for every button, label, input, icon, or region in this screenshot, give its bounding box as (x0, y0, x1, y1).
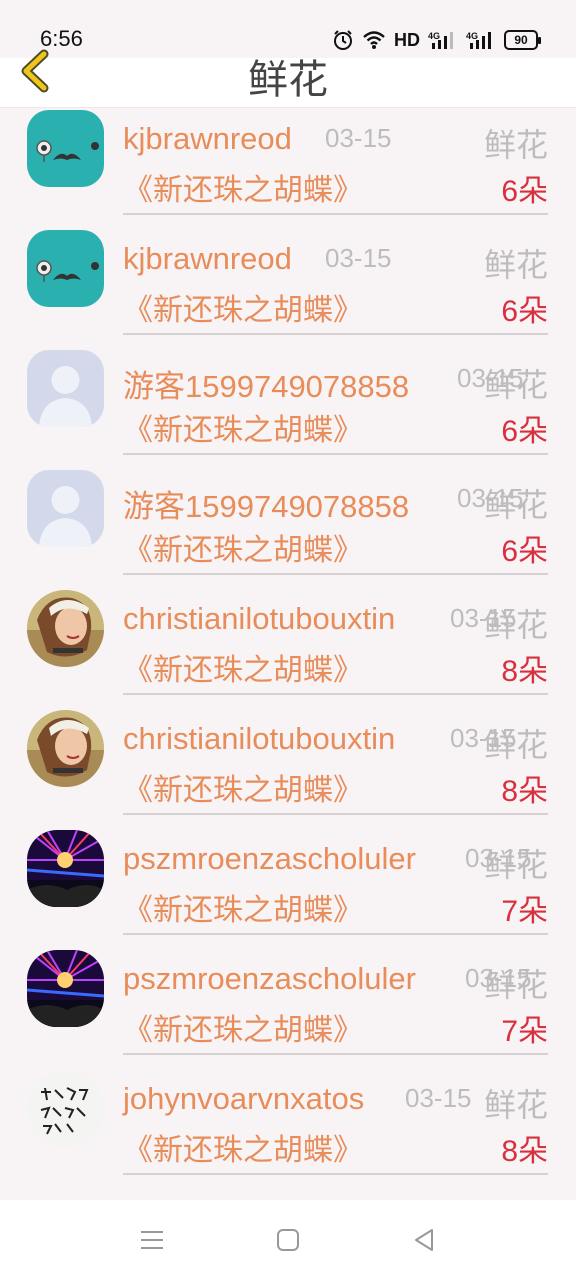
work-title[interactable]: 《新还珠之胡蝶》 (123, 525, 363, 569)
work-title[interactable]: 《新还珠之胡蝶》 (123, 405, 363, 449)
list-item[interactable]: johynvoarvnxatos 03-15 鲜花 《新还珠之胡蝶》 8朵 (0, 1068, 576, 1188)
username[interactable]: christianilotubouxtin (123, 721, 395, 757)
alarm-icon (332, 27, 354, 53)
work-title[interactable]: 《新还珠之胡蝶》 (123, 165, 363, 209)
svg-text:4G: 4G (466, 31, 478, 41)
work-title[interactable]: 《新还珠之胡蝶》 (123, 285, 363, 329)
gift-type: 鲜花 (483, 966, 548, 1004)
svg-text:4G: 4G (428, 31, 440, 41)
work-title[interactable]: 《新还珠之胡蝶》 (123, 885, 363, 929)
battery-level: 90 (504, 30, 541, 50)
flower-count: 7朵 (501, 895, 548, 928)
divider (123, 333, 548, 335)
date: 03-15 (405, 1083, 472, 1113)
battery-icon: 90 (504, 27, 541, 53)
home-icon[interactable] (274, 1226, 302, 1254)
flower-count: 8朵 (501, 655, 548, 688)
gift-type: 鲜花 (483, 846, 548, 884)
divider (123, 933, 548, 935)
divider (123, 453, 548, 455)
gift-type: 鲜花 (483, 726, 548, 764)
status-icons: HD 4G 4G 90 (332, 25, 541, 55)
username[interactable]: christianilotubouxtin (123, 601, 395, 637)
flower-count: 6朵 (501, 415, 548, 448)
gift-type: 鲜花 (483, 606, 548, 644)
flower-count: 6朵 (501, 175, 548, 208)
menu-icon[interactable] (138, 1226, 166, 1254)
mustache-avatar[interactable] (27, 230, 104, 307)
list-item[interactable]: pszmroenzascholuler 03-15 鲜花 《新还珠之胡蝶》 7朵 (0, 948, 576, 1068)
flower-count: 7朵 (501, 1015, 548, 1048)
girl-photo-avatar[interactable] (27, 710, 104, 787)
divider (123, 213, 548, 215)
list-item[interactable]: kjbrawnreod 03-15 鲜花 《新还珠之胡蝶》 6朵 (0, 108, 576, 228)
flower-gift-list: kjbrawnreod 03-15 鲜花 《新还珠之胡蝶》 6朵 kjbrawn… (0, 108, 576, 1200)
list-item[interactable]: pszmroenzascholuler 03-15 鲜花 《新还珠之胡蝶》 7朵 (0, 828, 576, 948)
list-item[interactable]: christianilotubouxtin 03-15 鲜花 《新还珠之胡蝶》 … (0, 588, 576, 708)
signal-icon: 4G (428, 27, 458, 53)
list-item[interactable]: 游客1599749078858 03-15 鲜花 《新还珠之胡蝶》 6朵 (0, 348, 576, 468)
flower-count: 8朵 (501, 1135, 548, 1168)
username[interactable]: 游客1599749078858 (123, 361, 409, 406)
wifi-icon (362, 27, 386, 53)
username[interactable]: 游客1599749078858 (123, 481, 409, 526)
username[interactable]: pszmroenzascholuler (123, 961, 416, 997)
divider (123, 573, 548, 575)
username[interactable]: kjbrawnreod (123, 121, 292, 157)
gift-type: 鲜花 (483, 366, 548, 404)
work-title[interactable]: 《新还珠之胡蝶》 (123, 1005, 363, 1049)
status-bar: 6:56 HD 4G 4G 90 (0, 0, 576, 58)
mustache-avatar[interactable] (27, 110, 104, 187)
divider (123, 1173, 548, 1175)
divider (123, 1053, 548, 1055)
username[interactable]: johynvoarvnxatos (123, 1081, 364, 1117)
title-bar: 鲜花 (0, 49, 576, 108)
work-title[interactable]: 《新还珠之胡蝶》 (123, 1125, 363, 1169)
calligraphy-avatar[interactable] (27, 1070, 104, 1147)
gift-type: 鲜花 (483, 126, 548, 164)
date: 03-15 (325, 123, 392, 153)
divider (123, 693, 548, 695)
divider (123, 813, 548, 815)
flower-count: 6朵 (501, 535, 548, 568)
list-item[interactable]: kjbrawnreod 03-15 鲜花 《新还珠之胡蝶》 6朵 (0, 228, 576, 348)
signal-icon-2: 4G (466, 27, 496, 53)
concert-avatar[interactable] (27, 950, 104, 1027)
work-title[interactable]: 《新还珠之胡蝶》 (123, 765, 363, 809)
list-item[interactable]: 游客1599749078858 03-15 鲜花 《新还珠之胡蝶》 6朵 (0, 468, 576, 588)
flower-count: 6朵 (501, 295, 548, 328)
gift-type: 鲜花 (483, 1086, 548, 1124)
date: 03-15 (325, 243, 392, 273)
page-title: 鲜花 (248, 57, 328, 103)
list-item[interactable]: christianilotubouxtin 03-15 鲜花 《新还珠之胡蝶》 … (0, 708, 576, 828)
username[interactable]: kjbrawnreod (123, 241, 292, 277)
username[interactable]: pszmroenzascholuler (123, 841, 416, 877)
hd-indicator: HD (394, 29, 420, 50)
gift-type: 鲜花 (483, 246, 548, 284)
back-triangle-icon[interactable] (410, 1226, 438, 1254)
work-title[interactable]: 《新还珠之胡蝶》 (123, 645, 363, 689)
girl-photo-avatar[interactable] (27, 590, 104, 667)
concert-avatar[interactable] (27, 830, 104, 907)
default-avatar[interactable] (27, 470, 104, 547)
default-avatar[interactable] (27, 350, 104, 427)
gift-type: 鲜花 (483, 486, 548, 524)
system-nav-bar (0, 1200, 576, 1280)
flower-count: 8朵 (501, 775, 548, 808)
